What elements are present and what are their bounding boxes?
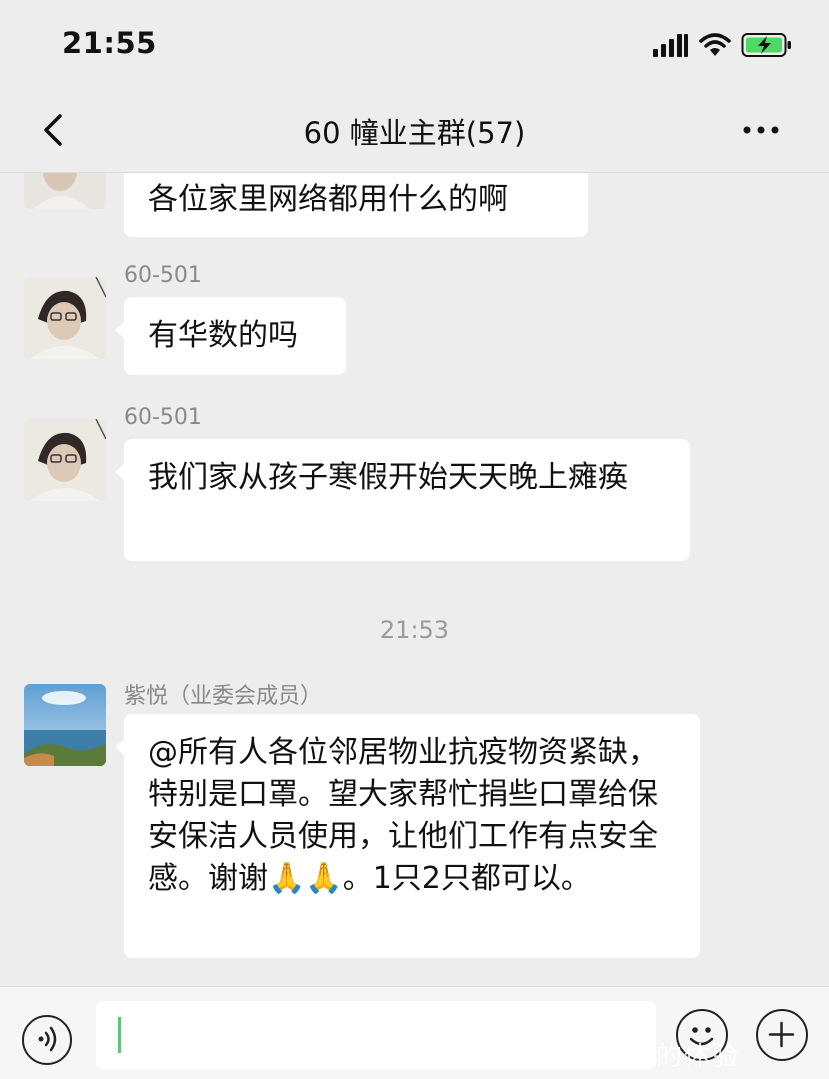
avatar-photo-icon (24, 173, 106, 209)
watermark: 女性的体验 (600, 1042, 741, 1072)
chat-message: 紫悦（业委会成员） @所有人各位邻居物业抗疫物资紧缺，特别是口罩。望大家帮忙捐些… (0, 678, 829, 978)
avatar-landscape-icon (24, 684, 106, 766)
message-text: 我们家从孩子寒假开始天天晚上瘫痪 (148, 460, 628, 495)
chat-message: 60-501 有华数的吗 (0, 263, 829, 383)
chat-messages[interactable]: 各位家里网络都用什么的啊 60-501 有华数的吗 60-501 我们家从孩子寒… (0, 173, 829, 985)
sender-name: 60-501 (124, 263, 202, 288)
status-time: 21:55 (62, 26, 157, 60)
message-text: 各位家里网络都用什么的啊 (148, 182, 508, 217)
message-text: 有华数的吗 (148, 318, 298, 353)
ellipsis-icon (743, 126, 779, 134)
battery-charging-icon (741, 33, 791, 57)
voice-button[interactable] (22, 1015, 72, 1065)
more-button[interactable] (741, 110, 785, 150)
message-bubble[interactable]: 我们家从孩子寒假开始天天晚上瘫痪 (115, 439, 690, 561)
chat-header: 60 幢业主群(57) (0, 88, 829, 173)
plus-button[interactable] (756, 1009, 808, 1061)
sender-name: 60-501 (124, 405, 202, 430)
plus-icon (768, 1021, 795, 1048)
message-input[interactable] (96, 1001, 656, 1069)
sender-name: 紫悦（业委会成员） (124, 684, 323, 709)
avatar-photo-icon (24, 419, 106, 501)
message-bubble[interactable]: 各位家里网络都用什么的啊 (124, 173, 588, 237)
chat-message: 各位家里网络都用什么的啊 (0, 173, 829, 243)
chat-title: 60 幢业主群(57) (303, 116, 526, 150)
time-divider: 21:53 (379, 616, 450, 644)
chat-message: 60-501 我们家从孩子寒假开始天天晚上瘫痪 (0, 405, 829, 575)
signal-icon (653, 34, 688, 57)
text-caret (118, 1017, 121, 1053)
status-bar: 21:55 (0, 0, 829, 88)
message-text: @所有人各位邻居物业抗疫物资紧缺，特别是口罩。望大家帮忙捐些口罩给保安保洁人员使… (148, 735, 658, 896)
message-bubble[interactable]: @所有人各位邻居物业抗疫物资紧缺，特别是口罩。望大家帮忙捐些口罩给保安保洁人员使… (115, 714, 700, 958)
message-bubble[interactable]: 有华数的吗 (115, 297, 346, 375)
status-icons (653, 30, 793, 60)
voice-icon (38, 1026, 57, 1052)
avatar[interactable] (24, 684, 106, 766)
avatar[interactable] (24, 419, 106, 501)
avatar[interactable] (24, 277, 106, 359)
wifi-icon (699, 33, 731, 56)
avatar[interactable] (24, 173, 106, 209)
avatar-photo-icon (24, 277, 106, 359)
